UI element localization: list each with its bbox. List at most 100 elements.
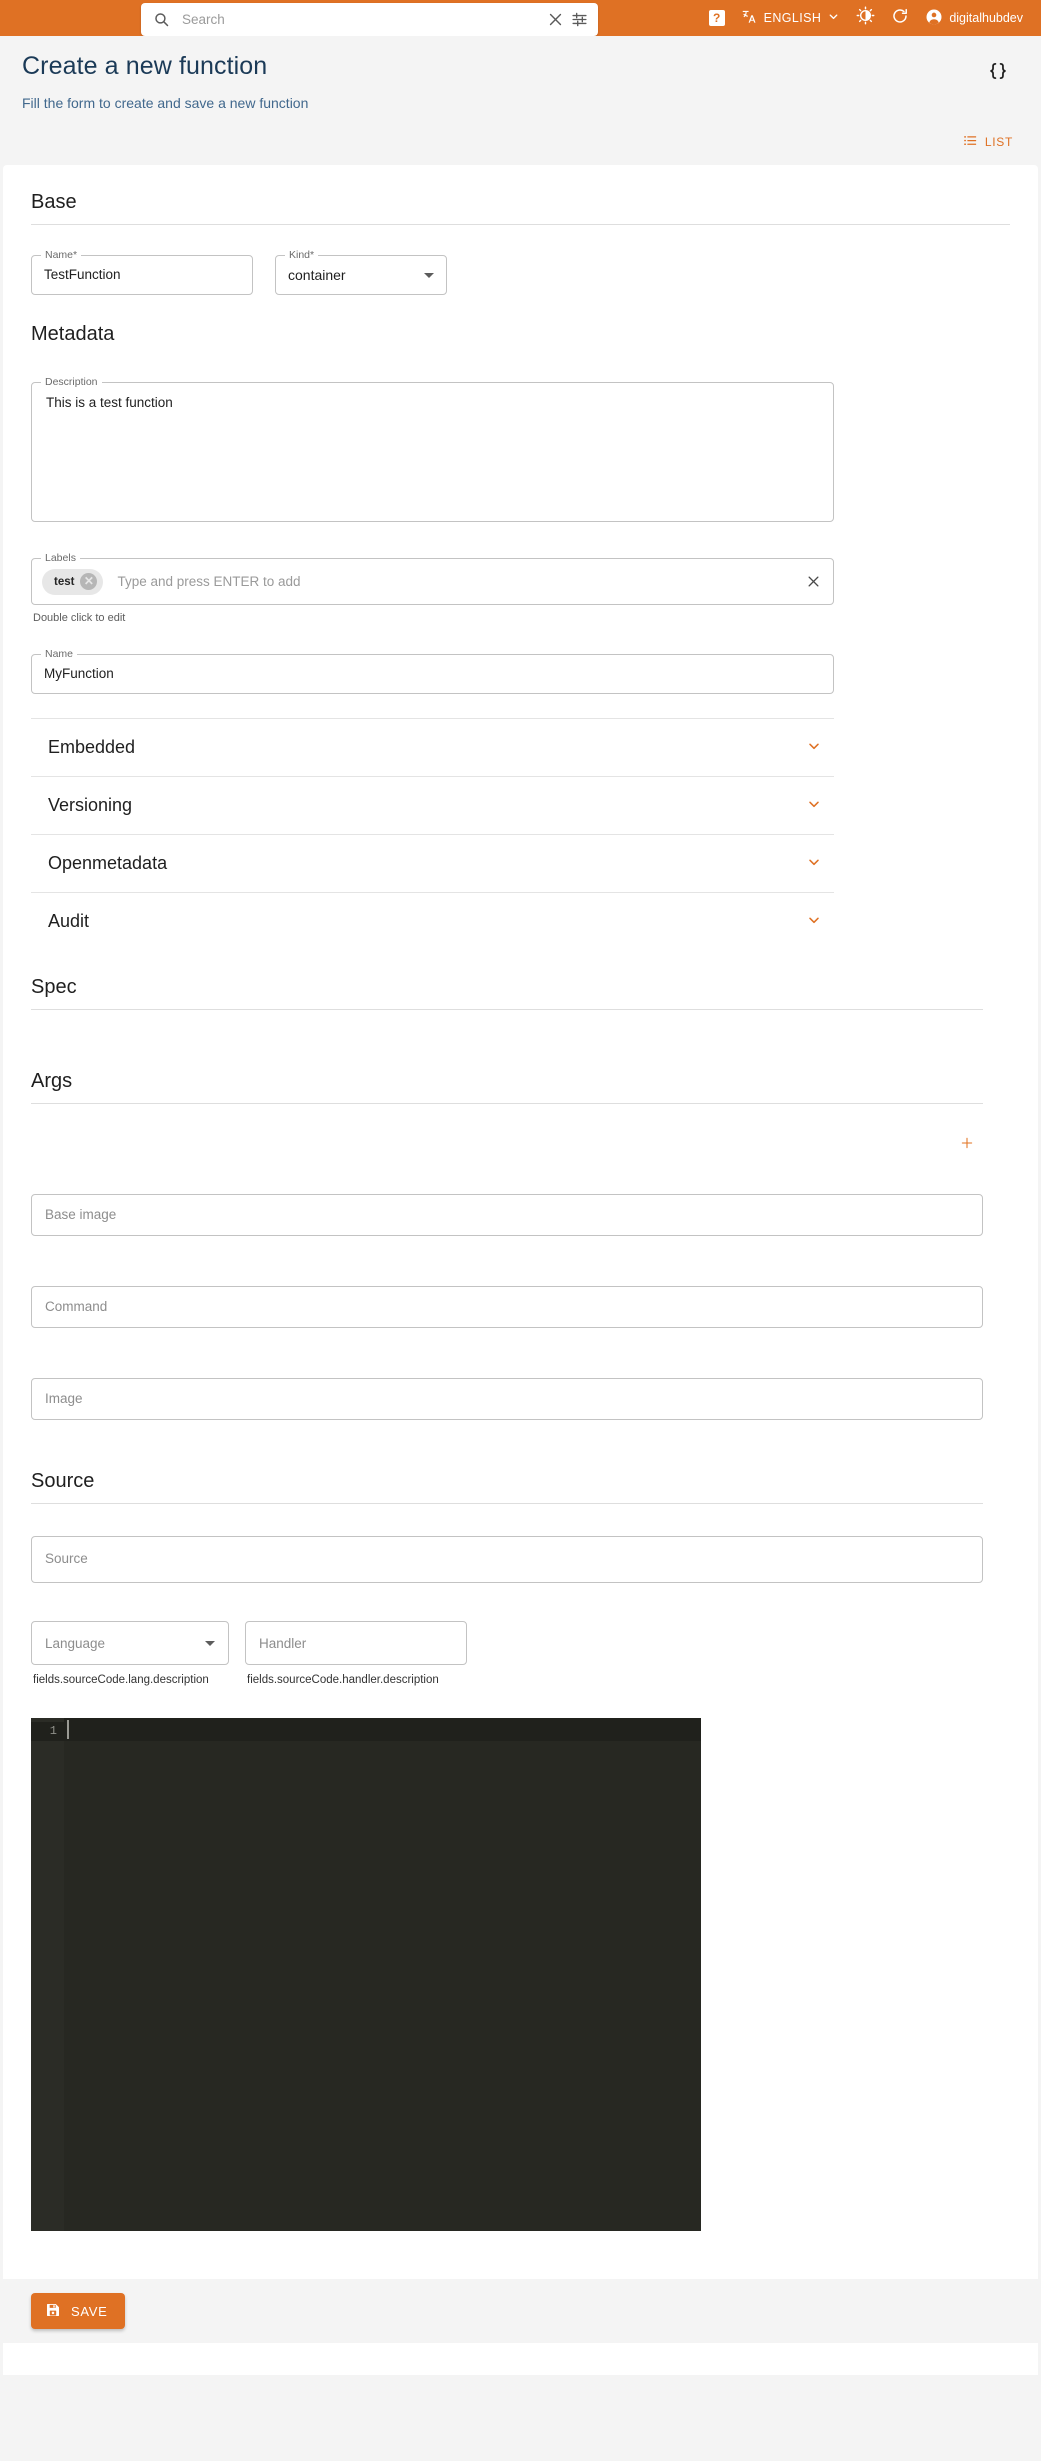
language-placeholder: Language — [45, 1635, 106, 1651]
app-bar-actions: ? ENGLISH digitalhubdev — [701, 0, 1031, 36]
base-image-input[interactable] — [45, 1207, 969, 1222]
accordion-openmetadata-label: Openmetadata — [48, 853, 168, 873]
accordion-openmetadata-header[interactable]: Openmetadata — [31, 835, 834, 892]
accordion-versioning-header[interactable]: Versioning — [31, 777, 834, 834]
label-chip[interactable]: test ✕ — [42, 568, 104, 595]
save-icon — [45, 2302, 61, 2321]
theme-toggle-button[interactable] — [848, 0, 883, 36]
metadata-name-field[interactable]: Name — [31, 648, 834, 694]
section-title-metadata: Metadata — [31, 323, 115, 345]
plus-icon — [961, 1137, 973, 1149]
save-button[interactable]: SAVE — [31, 2293, 125, 2329]
editor-line-number: 1 — [31, 1722, 64, 1741]
accordion-versioning-label: Versioning — [48, 795, 133, 815]
editor-caret — [67, 1720, 69, 1739]
label-chip-text: test — [54, 575, 75, 588]
labels-field[interactable]: Labels test ✕ — [31, 552, 834, 605]
base-image-field[interactable] — [31, 1194, 983, 1236]
labels-clear-icon[interactable] — [803, 572, 823, 592]
chevron-down-icon[interactable] — [205, 1640, 215, 1646]
language-field[interactable]: Language — [31, 1621, 229, 1665]
handler-placeholder: Handler — [259, 1635, 307, 1651]
accordion-audit-header[interactable]: Audit — [31, 893, 834, 950]
name-input[interactable] — [44, 267, 240, 282]
save-button-label: SAVE — [71, 2303, 108, 2319]
image-field[interactable] — [31, 1378, 983, 1420]
divider — [31, 1103, 983, 1104]
section-title-source: Source — [31, 1470, 95, 1492]
source-code-editor[interactable]: 1 — [31, 1718, 701, 2231]
accordion-versioning[interactable]: Versioning — [31, 776, 834, 834]
brightness-contrast-icon — [856, 6, 875, 30]
metadata-name-label: Name — [41, 648, 78, 660]
kind-field-label: Kind* — [285, 249, 319, 261]
search-bar[interactable] — [141, 3, 598, 36]
form-card: Base Name* Kind* container Metadata Desc… — [3, 165, 1038, 2375]
labels-input[interactable] — [115, 573, 803, 590]
search-icon — [153, 11, 170, 28]
accordion-audit[interactable]: Audit — [31, 892, 834, 950]
list-button-label: LIST — [984, 135, 1013, 149]
chevron-down-icon[interactable] — [806, 912, 822, 931]
kind-field[interactable]: Kind* container — [275, 249, 447, 295]
description-field[interactable]: Description — [31, 376, 834, 522]
section-title-spec: Spec — [31, 976, 77, 998]
chevron-down-icon[interactable] — [806, 796, 822, 815]
page-subtitle: Fill the form to create and save a new f… — [22, 95, 309, 111]
accordion-embedded-header[interactable]: Embedded — [31, 719, 834, 776]
command-input[interactable] — [45, 1299, 969, 1314]
close-circle-icon[interactable]: ✕ — [80, 573, 98, 590]
editor-gutter: 1 — [31, 1718, 64, 2231]
form-footer: SAVE — [3, 2279, 1038, 2343]
search-input[interactable] — [180, 11, 544, 28]
command-field[interactable] — [31, 1286, 983, 1328]
description-textarea[interactable] — [46, 395, 819, 485]
help-button[interactable]: ? — [701, 0, 733, 36]
labels-field-label: Labels — [41, 552, 80, 564]
list-icon — [963, 133, 978, 151]
image-input[interactable] — [45, 1391, 969, 1406]
divider — [31, 1009, 983, 1010]
refresh-button[interactable] — [883, 0, 917, 36]
name-field-label: Name* — [41, 249, 82, 261]
labels-helper-text: Double click to edit — [33, 612, 126, 624]
editor-active-line — [64, 1718, 701, 1741]
kind-selected-value: container — [288, 267, 346, 283]
help-icon: ? — [708, 10, 725, 26]
top-app-bar: ? ENGLISH — [0, 0, 1041, 36]
editor-code-area[interactable] — [64, 1718, 701, 2231]
search-filter-icon[interactable] — [568, 9, 590, 31]
chevron-down-icon[interactable] — [806, 854, 822, 873]
handler-field[interactable]: Handler — [245, 1621, 467, 1665]
language-label: ENGLISH — [763, 11, 822, 25]
page-header-actions: LIST — [0, 111, 1041, 165]
accordion-embedded[interactable]: Embedded — [31, 718, 834, 776]
page-title: Create a new function — [22, 52, 268, 80]
metadata-name-input[interactable] — [44, 666, 821, 681]
accordion-embedded-label: Embedded — [48, 737, 136, 757]
source-field[interactable] — [31, 1536, 983, 1583]
list-button[interactable]: LIST — [961, 129, 1015, 155]
user-menu[interactable]: digitalhubdev — [917, 0, 1031, 36]
divider — [31, 1503, 983, 1504]
add-arg-button[interactable] — [954, 1130, 980, 1156]
chevron-down-icon[interactable] — [806, 738, 822, 757]
code-view-toggle-button[interactable] — [981, 56, 1015, 90]
name-field[interactable]: Name* — [31, 249, 253, 295]
braces-icon — [987, 60, 1009, 87]
search-clear-icon[interactable] — [544, 9, 566, 31]
refresh-icon — [891, 7, 909, 30]
language-selector[interactable]: ENGLISH — [733, 0, 849, 36]
language-helper-text: fields.sourceCode.lang.description — [33, 1674, 209, 1686]
description-field-label: Description — [41, 376, 102, 388]
chevron-down-icon — [827, 10, 840, 26]
handler-helper-text: fields.sourceCode.handler.description — [247, 1674, 439, 1686]
chevron-down-icon[interactable] — [424, 272, 434, 278]
accordion-openmetadata[interactable]: Openmetadata — [31, 834, 834, 892]
source-input[interactable] — [45, 1551, 969, 1566]
account-circle-icon — [925, 8, 943, 29]
accordion-audit-label: Audit — [48, 911, 90, 931]
divider — [31, 224, 1010, 225]
section-title-base: Base — [31, 191, 77, 213]
